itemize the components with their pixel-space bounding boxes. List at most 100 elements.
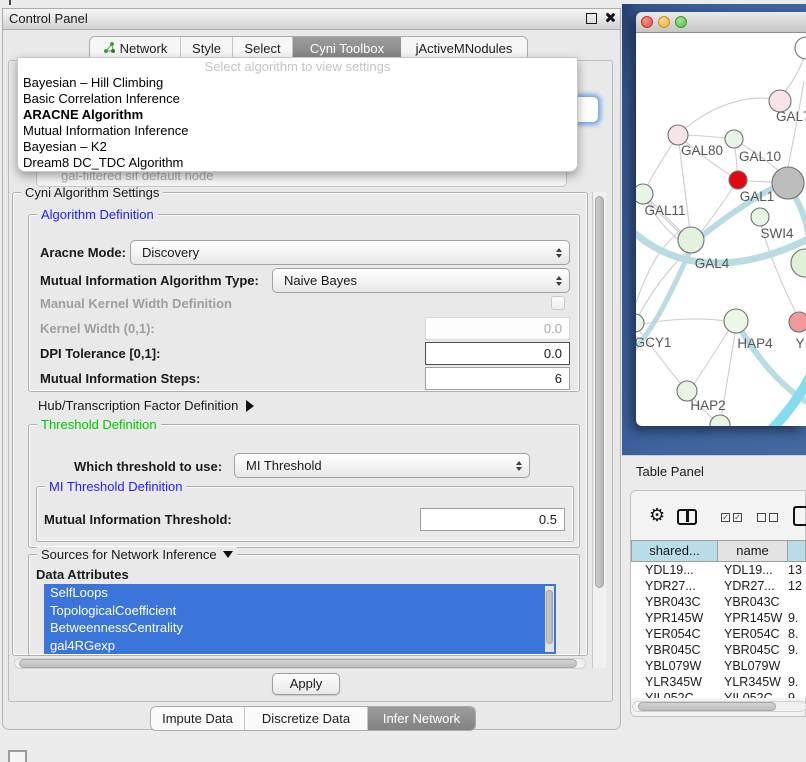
scrollbar-thumb[interactable] [595, 196, 604, 588]
settings-gear-icon[interactable]: ⚙ [649, 506, 665, 524]
network-edge [788, 81, 804, 167]
network-node-label: GAL10 [739, 149, 781, 164]
spinner-icon [556, 248, 562, 258]
scrollbar-thumb[interactable] [546, 590, 553, 644]
table-body: YDL19...YDL19...13YDR27...YDR27...12YBR0… [631, 562, 806, 698]
network-window-titlebar[interactable] [636, 12, 806, 33]
network-node-y[interactable] [789, 312, 806, 332]
table-cell: YBR043C [718, 594, 788, 610]
algorithm-menu-item-mutual-information-inference[interactable]: Mutual Information Inference [18, 123, 577, 139]
algorithm-menu-item-basic-correlation-inference[interactable]: Basic Correlation Inference [18, 91, 577, 107]
table-cell: YBR045C [718, 642, 788, 658]
network-node-gal10[interactable] [725, 130, 743, 148]
bottom-tab-discretize-data[interactable]: Discretize Data [245, 707, 368, 730]
hub-definition-expander[interactable]: Hub/Transcription Factor Definition [38, 398, 254, 413]
kernel-width-field: 0.0 [425, 317, 570, 340]
dpi-tolerance-field[interactable]: 0.0 [425, 342, 570, 365]
mac-zoom-icon[interactable] [675, 16, 687, 28]
network-node-gal11[interactable] [636, 184, 653, 204]
network-node[interactable] [772, 167, 804, 199]
table-row[interactable]: YBL079WYBL079W [631, 658, 806, 674]
bottom-tab-infer-network[interactable]: Infer Network [368, 707, 475, 730]
mi-type-combo[interactable]: Naive Bayes [272, 268, 570, 293]
network-node-gal4[interactable] [678, 227, 704, 253]
unselect-all-columns-icon[interactable] [757, 513, 778, 522]
close-icon[interactable] [604, 12, 615, 23]
tab-label: Infer Network [383, 711, 460, 726]
table-horizontal-scrollbar[interactable] [632, 701, 806, 712]
network-node-label: HAP2 [690, 398, 725, 413]
vertical-scrollbar[interactable] [592, 192, 606, 668]
column-layout-icon[interactable] [677, 509, 697, 525]
network-node-gal1[interactable] [729, 171, 747, 189]
apply-button[interactable]: Apply [272, 673, 340, 695]
table-cell: YER054C [631, 626, 718, 642]
table-row[interactable]: YPR145WYPR145W9. [631, 610, 806, 626]
network-node[interactable] [710, 415, 730, 426]
table-row[interactable]: YIL052CYIL052C9 [631, 690, 806, 698]
table-cell: YLR345W [718, 674, 788, 690]
table-cell: 9. [788, 642, 806, 658]
column-header-truncated[interactable] [788, 540, 806, 562]
network-node-hap4[interactable] [724, 309, 748, 333]
aracne-mode-combo[interactable]: Discovery [130, 240, 570, 265]
expand-right-icon[interactable] [246, 400, 254, 412]
column-header-name[interactable]: name [718, 540, 788, 562]
table-row[interactable]: YER054CYER054C8. [631, 626, 806, 642]
horizontal-scrollbar[interactable] [14, 658, 586, 669]
table-cell: 9. [788, 674, 806, 690]
table-cell: YBL079W [631, 658, 718, 674]
mi-steps-field[interactable]: 6 [425, 367, 570, 390]
truncated-toolbar-icon[interactable] [793, 506, 806, 526]
table-cell: 9. [788, 610, 806, 626]
select-all-columns-icon[interactable]: ✓✓ [721, 513, 742, 522]
float-panel-icon[interactable] [586, 13, 597, 24]
network-node-label: SWI4 [760, 226, 793, 241]
network-view-window: GAL7GAL80GAL10GAL1GAL11SWI4GAL4GCY1HAP4Y… [636, 12, 806, 426]
table-cell: YPR145W [631, 610, 718, 626]
tab-label: Cyni Toolbox [310, 41, 384, 56]
mi-type-value: Naive Bayes [284, 273, 357, 288]
table-row[interactable]: YLR345WYLR345W9. [631, 674, 806, 690]
attribute-item-selfloops[interactable]: SelfLoops [44, 584, 556, 602]
mac-close-icon[interactable] [641, 16, 653, 28]
network-node-label: GAL4 [695, 256, 730, 271]
mi-threshold-field[interactable]: 0.5 [420, 508, 565, 531]
tab-label: Discretize Data [262, 711, 350, 726]
tab-label: Impute Data [162, 711, 233, 726]
network-node-swi4[interactable] [751, 208, 769, 226]
manual-kernel-label: Manual Kernel Width Definition [40, 296, 232, 311]
scrollbar-thumb[interactable] [638, 702, 776, 711]
table-cell: YLR345W [631, 674, 718, 690]
table-row[interactable]: YBR043CYBR043C [631, 594, 806, 610]
attribute-item-topologicalcoefficient[interactable]: TopologicalCoefficient [44, 602, 556, 620]
network-node[interactable] [795, 37, 806, 59]
network-node[interactable] [791, 249, 806, 277]
scrollbar-thumb[interactable] [19, 659, 577, 668]
network-canvas[interactable]: GAL7GAL80GAL10GAL1GAL11SWI4GAL4GCY1HAP4Y… [636, 33, 806, 426]
network-node-label: Y [795, 336, 804, 351]
attribute-item-betweennesscentrality[interactable]: BetweennessCentrality [44, 619, 556, 637]
which-threshold-combo[interactable]: MI Threshold [234, 453, 530, 478]
table-cell: YDR27... [718, 578, 788, 594]
collapse-down-icon[interactable] [223, 551, 233, 558]
column-header-shared[interactable]: shared... [631, 540, 718, 562]
table-cell: YDL19... [718, 562, 788, 578]
table-cell: YBL079W [718, 658, 788, 674]
sources-group-title[interactable]: Sources for Network Inference [37, 547, 237, 562]
algorithm-menu-item-aracne-algorithm[interactable]: ARACNE Algorithm [18, 107, 577, 123]
algorithm-menu-item-bayesian-k2[interactable]: Bayesian – K2 [18, 139, 577, 155]
mac-minimize-icon[interactable] [658, 16, 670, 28]
network-node-gcy1[interactable] [636, 314, 644, 332]
minimized-panel-icon[interactable] [8, 750, 27, 762]
network-node-gal80[interactable] [668, 125, 688, 145]
attribute-item-gal4rgexp[interactable]: gal4RGexp [44, 637, 556, 655]
algorithm-menu-item-bayesian-hill-climbing[interactable]: Bayesian – Hill Climbing [18, 75, 577, 91]
table-cell [788, 594, 806, 610]
table-row[interactable]: YDL19...YDL19...13 [631, 562, 806, 578]
list-vertical-scrollbar[interactable] [545, 586, 554, 652]
table-row[interactable]: YDR27...YDR27...12 [631, 578, 806, 594]
bottom-tab-impute-data[interactable]: Impute Data [151, 707, 245, 730]
table-row[interactable]: YBR045CYBR045C9. [631, 642, 806, 658]
algorithm-menu-item-dream8-dc-tdc-algorithm[interactable]: Dream8 DC_TDC Algorithm [18, 155, 577, 171]
